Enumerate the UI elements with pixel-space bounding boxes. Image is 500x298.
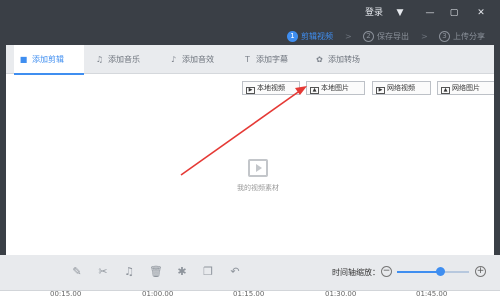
zoom-slider-fill bbox=[397, 271, 441, 273]
ruler-tick: 01:45.00 bbox=[416, 290, 448, 298]
timeline-zoom-label: 时间轴缩放： bbox=[332, 268, 380, 277]
timeline-toolbar: ✎ ✂ ♫ 🗑 ✱ ❐ ↶ 时间轴缩放： − + bbox=[0, 255, 500, 290]
arrow-line bbox=[180, 89, 302, 176]
delete-icon[interactable]: 🗑 bbox=[149, 265, 163, 279]
ruler-tick: 01:15.00 bbox=[233, 290, 265, 298]
effects-icon[interactable]: ✱ bbox=[175, 265, 189, 279]
ruler-tick: 01:30.00 bbox=[325, 290, 357, 298]
annotation-arrow bbox=[180, 86, 307, 176]
zoom-slider-handle[interactable] bbox=[436, 267, 446, 276]
zoom-slider[interactable] bbox=[397, 267, 469, 276]
undo-icon[interactable]: ↶ bbox=[228, 265, 242, 279]
cut-icon[interactable]: ✂ bbox=[96, 265, 110, 279]
zoom-in-icon[interactable]: + bbox=[475, 266, 486, 277]
ruler-tick: 01:00.00 bbox=[142, 290, 174, 298]
zoom-out-icon[interactable]: − bbox=[381, 266, 392, 277]
audio-icon[interactable]: ♫ bbox=[122, 265, 136, 279]
edit-icon[interactable]: ✎ bbox=[70, 265, 84, 279]
copy-icon[interactable]: ❐ bbox=[201, 265, 215, 279]
ruler-tick: 00:15.00 bbox=[50, 290, 82, 298]
timeline-ruler: 00:15.00 01:00.00 01:15.00 01:30.00 01:4… bbox=[0, 290, 500, 298]
